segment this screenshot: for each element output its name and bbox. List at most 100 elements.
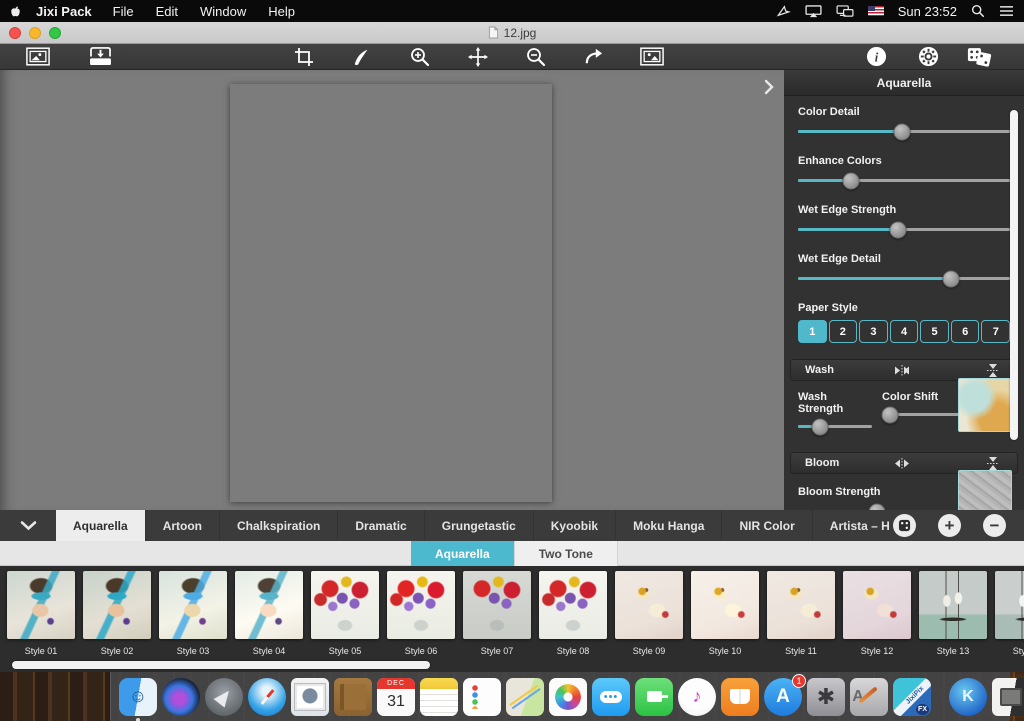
- menu-item-window[interactable]: Window: [200, 4, 246, 19]
- slider-thumb[interactable]: [843, 172, 860, 189]
- style-item[interactable]: Style 12: [843, 571, 911, 656]
- style-item[interactable]: Style 08: [539, 571, 607, 656]
- collapse-tray-chevron[interactable]: [0, 510, 56, 541]
- menu-item-help[interactable]: Help: [268, 4, 295, 19]
- style-thumbnail[interactable]: [463, 571, 531, 639]
- dock-itunes-icon[interactable]: [678, 678, 716, 716]
- style-thumbnail[interactable]: [843, 571, 911, 639]
- style-item[interactable]: Style 03: [159, 571, 227, 656]
- style-thumbnail[interactable]: [159, 571, 227, 639]
- filter-tab-dramatic[interactable]: Dramatic: [338, 510, 424, 541]
- style-item[interactable]: Style 07: [463, 571, 531, 656]
- dock-jixipix-icon[interactable]: JixiPix FX: [893, 678, 931, 716]
- style-item[interactable]: Style 01: [7, 571, 75, 656]
- open-image-button[interactable]: [16, 45, 60, 69]
- crop-icon[interactable]: [282, 45, 326, 69]
- style-thumbnail[interactable]: [691, 571, 759, 639]
- dock-facetime-icon[interactable]: [635, 678, 673, 716]
- slider-thumb[interactable]: [812, 418, 829, 435]
- sub-tab-aquarella[interactable]: Aquarella: [411, 541, 515, 566]
- slider-track[interactable]: [798, 228, 1010, 231]
- dock-scanner-app-icon[interactable]: [992, 678, 1024, 716]
- paper-style-button-2[interactable]: 2: [829, 320, 858, 343]
- spotlight-search-icon[interactable]: [971, 4, 985, 18]
- preview-image-icon[interactable]: [630, 45, 674, 69]
- paper-style-button-3[interactable]: 3: [859, 320, 888, 343]
- style-thumbnail[interactable]: [995, 571, 1024, 639]
- slider-track[interactable]: [798, 130, 1010, 133]
- style-item[interactable]: Style 11: [767, 571, 835, 656]
- dock-ibooks-icon[interactable]: [721, 678, 759, 716]
- color-shift-slider[interactable]: [882, 413, 966, 416]
- airplay-display-icon[interactable]: [805, 5, 822, 18]
- filter-tab-grungetastic[interactable]: Grungetastic: [425, 510, 534, 541]
- dock-notes-icon[interactable]: [420, 678, 458, 716]
- redo-icon[interactable]: [572, 45, 616, 69]
- dock-calendar-icon[interactable]: DEC 31: [377, 678, 415, 716]
- zoom-in-icon[interactable]: [398, 45, 442, 69]
- panel-scrollbar[interactable]: [1010, 110, 1018, 440]
- menu-item-file[interactable]: File: [113, 4, 134, 19]
- slider-track[interactable]: [798, 277, 1010, 280]
- wash-texture-preview[interactable]: [958, 378, 1012, 432]
- style-item[interactable]: Style 14: [995, 571, 1024, 656]
- style-thumbnail[interactable]: [387, 571, 455, 639]
- collapse-horizontal-icon[interactable]: [878, 365, 926, 376]
- filter-tab-moku-hanga[interactable]: Moku Hanga: [616, 510, 722, 541]
- menu-clock[interactable]: Sun 23:52: [898, 4, 957, 19]
- dock-textedit-icon[interactable]: [850, 678, 888, 716]
- brush-icon[interactable]: [340, 45, 384, 69]
- style-thumbnail[interactable]: [615, 571, 683, 639]
- style-item[interactable]: Style 09: [615, 571, 683, 656]
- dock-helper-app-icon[interactable]: [949, 678, 987, 716]
- style-thumbnail[interactable]: [235, 571, 303, 639]
- panel-collapse-chevron[interactable]: [764, 80, 774, 99]
- style-thumbnail[interactable]: [83, 571, 151, 639]
- slider-thumb[interactable]: [868, 503, 885, 510]
- dock-messages-icon[interactable]: [592, 678, 630, 716]
- displays-icon[interactable]: [836, 5, 854, 18]
- randomize-dice-icon[interactable]: [958, 45, 1002, 69]
- paper-style-button-5[interactable]: 5: [920, 320, 949, 343]
- slider-thumb[interactable]: [882, 406, 899, 423]
- random-style-dice-icon[interactable]: [893, 514, 916, 537]
- dock-maps-icon[interactable]: [506, 678, 544, 716]
- paper-style-button-4[interactable]: 4: [890, 320, 919, 343]
- input-source-flag-icon[interactable]: [868, 6, 884, 16]
- dock-reminders-icon[interactable]: [463, 678, 501, 716]
- filter-tab-aquarella[interactable]: Aquarella: [56, 510, 146, 541]
- style-thumbnail[interactable]: [7, 571, 75, 639]
- paper-style-button-7[interactable]: 7: [981, 320, 1010, 343]
- zoom-in-thumbnails-button[interactable]: +: [938, 514, 961, 537]
- import-button[interactable]: [78, 45, 122, 69]
- dock-photos-icon[interactable]: [549, 678, 587, 716]
- dock-mail-icon[interactable]: [291, 678, 329, 716]
- style-item[interactable]: Style 05: [311, 571, 379, 656]
- dock-safari-icon[interactable]: [248, 678, 286, 716]
- dock-launchpad-icon[interactable]: [205, 678, 243, 716]
- style-item[interactable]: Style 04: [235, 571, 303, 656]
- dock-app-store-icon[interactable]: 1: [764, 678, 802, 716]
- collapse-horizontal-icon[interactable]: [878, 458, 926, 469]
- filter-tab-nir-color[interactable]: NIR Color: [722, 510, 812, 541]
- notification-center-icon[interactable]: [999, 5, 1014, 17]
- settings-gear-icon[interactable]: [906, 45, 950, 69]
- menu-item-edit[interactable]: Edit: [156, 4, 178, 19]
- style-item[interactable]: Style 02: [83, 571, 151, 656]
- info-icon[interactable]: i: [854, 45, 898, 69]
- sub-tab-two-tone[interactable]: Two Tone: [515, 541, 618, 566]
- style-thumbnail[interactable]: [311, 571, 379, 639]
- menu-app-name[interactable]: Jixi Pack: [36, 4, 92, 19]
- tablet-cursor-icon[interactable]: [776, 4, 791, 18]
- style-thumbnail[interactable]: [767, 571, 835, 639]
- style-item[interactable]: Style 10: [691, 571, 759, 656]
- window-title-bar[interactable]: 12.jpg: [0, 22, 1024, 44]
- paper-style-button-6[interactable]: 6: [951, 320, 980, 343]
- slider-thumb[interactable]: [893, 123, 910, 140]
- filter-tab-artoon[interactable]: Artoon: [146, 510, 220, 541]
- zoom-out-thumbnails-button[interactable]: −: [983, 514, 1006, 537]
- filter-tab-artista-haiku[interactable]: Artista – Haiku: [813, 510, 890, 541]
- edited-photo[interactable]: [230, 84, 552, 502]
- wash-strength-slider[interactable]: [798, 425, 872, 428]
- slider-thumb[interactable]: [942, 270, 959, 287]
